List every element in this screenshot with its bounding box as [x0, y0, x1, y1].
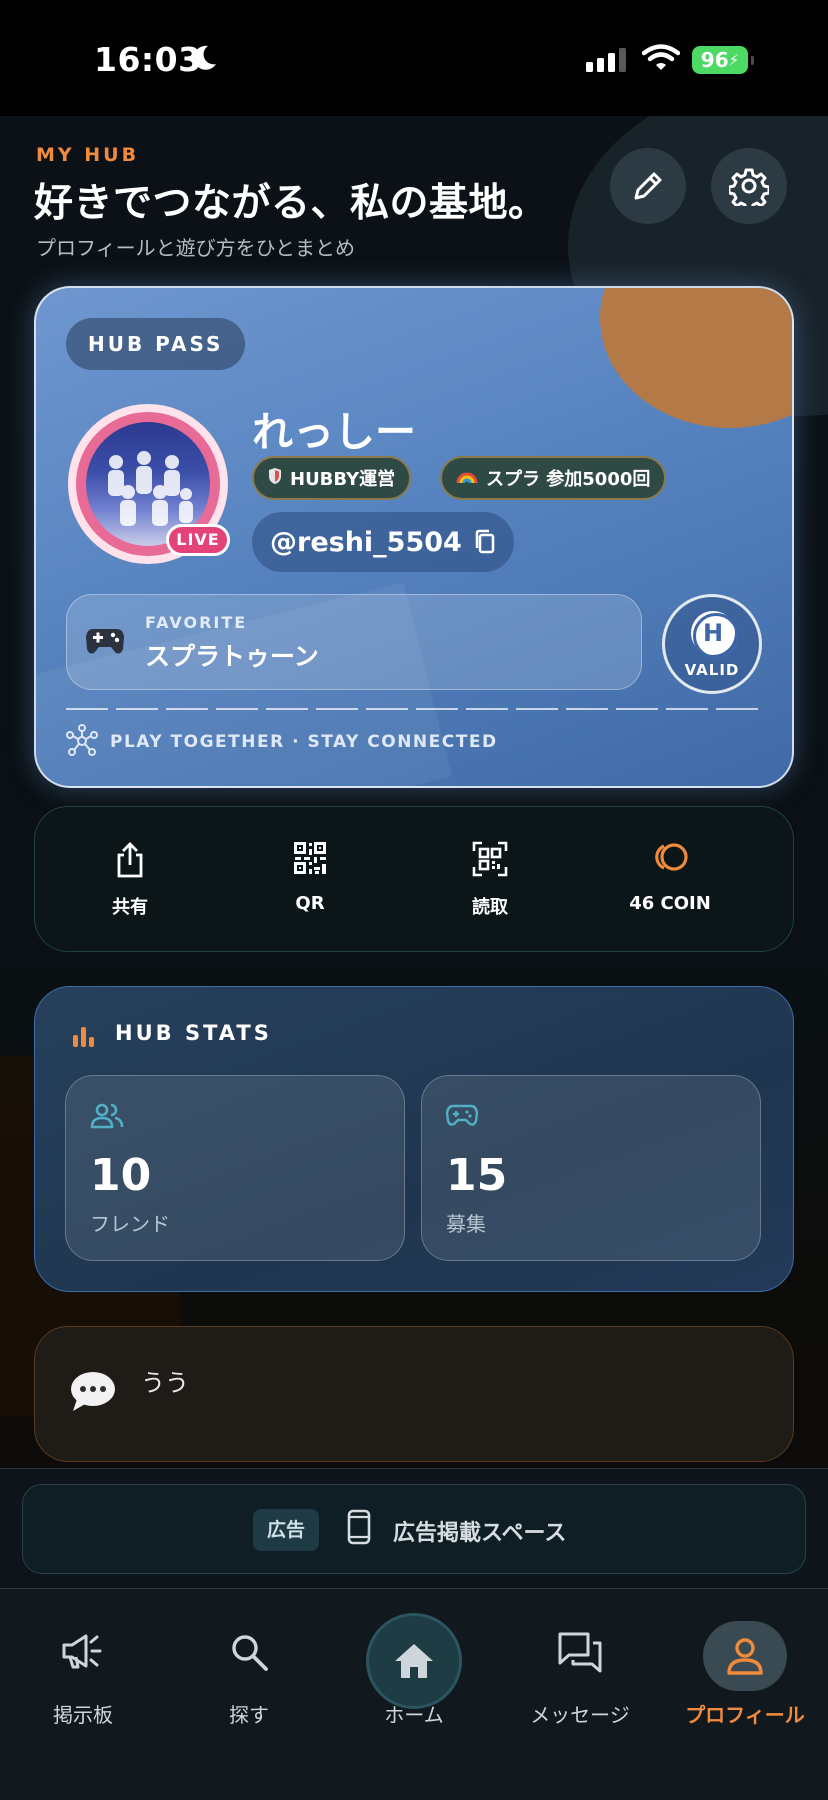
bottom-tab-bar: 掲示板 探す ホーム メッセージ プロフィール [0, 1588, 828, 1800]
home-icon [395, 1644, 433, 1678]
tab-home[interactable]: ホーム [331, 1589, 497, 1800]
megaphone-icon [62, 1634, 102, 1669]
rainbow-icon [456, 468, 478, 488]
search-icon [232, 1635, 268, 1671]
settings-button[interactable] [711, 148, 787, 224]
scan-icon [472, 841, 508, 877]
tab-board[interactable]: 掲示板 [0, 1589, 166, 1800]
live-badge: LIVE [166, 524, 230, 556]
gamepad-icon [86, 629, 124, 654]
coin-button[interactable]: 46 COIN [575, 807, 765, 953]
recruit-label: 募集 [446, 1212, 486, 1236]
ad-banner[interactable]: 広告 広告掲載スペース [22, 1484, 806, 1574]
status-message-text: うう [141, 1369, 189, 1397]
tab-label: ホーム [384, 1703, 444, 1727]
friends-count: 10 [90, 1150, 152, 1201]
battery-indicator: 96 ⚡ [692, 46, 754, 74]
qr-button[interactable]: QR [215, 807, 405, 953]
tab-label: 掲示板 [53, 1703, 113, 1727]
ad-tag: 広告 [253, 1509, 320, 1551]
badge-chip-label: スプラ 参加5000回 [486, 469, 651, 490]
coin-label: 46 COIN [629, 893, 711, 914]
page-subtitle: プロフィールと遊び方をひとまとめ [36, 236, 355, 260]
badge-chip-hubby[interactable]: HUBBY運営 [252, 456, 412, 500]
pencil-icon [634, 172, 662, 200]
network-icon [66, 724, 98, 756]
ad-text: 広告掲載スペース [393, 1521, 567, 1546]
tab-profile[interactable]: プロフィール [662, 1589, 828, 1800]
shield-icon [268, 467, 282, 489]
qr-label: QR [295, 893, 325, 914]
tagline: PLAY TOGETHER · STAY CONNECTED [110, 732, 498, 752]
tab-search[interactable]: 探す [166, 1589, 332, 1800]
wifi-icon [642, 44, 680, 70]
friends-label: フレンド [90, 1212, 170, 1236]
cellular-signal-icon [586, 48, 626, 72]
battery-level: 96 [700, 48, 729, 72]
scan-button[interactable]: 読取 [395, 807, 585, 953]
hub-pass-card[interactable]: HUB PASS LIVE れっしー HUBBY運営 スプラ 参加5000回 @… [34, 286, 794, 788]
status-message-card[interactable]: うう [34, 1326, 794, 1462]
favorite-label: FAVORITE [145, 613, 248, 632]
gear-icon [729, 168, 769, 206]
recruit-count: 15 [446, 1150, 508, 1201]
stat-friends[interactable]: 10 フレンド [65, 1075, 405, 1261]
page-title: 好きでつながる、私の基地。 [34, 181, 548, 226]
edit-button[interactable] [610, 148, 686, 224]
main-content: MY HUB 好きでつながる、私の基地。 プロフィールと遊び方をひとまとめ HU… [0, 116, 828, 1800]
chat-icon [558, 1632, 602, 1673]
scan-label: 読取 [472, 897, 508, 918]
favorite-game-card[interactable]: FAVORITE スプラトゥーン [66, 594, 642, 690]
stats-title: HUB STATS [115, 1021, 272, 1045]
status-time: 16:03 [94, 40, 202, 79]
share-label: 共有 [112, 897, 148, 918]
hub-stats-card: HUB STATS 10 フレンド 15 募集 [34, 986, 794, 1292]
user-name: れっしー [252, 408, 416, 456]
qr-code-icon [294, 842, 326, 874]
phone-icon [347, 1509, 371, 1545]
gamepad-icon [446, 1104, 478, 1126]
coin-icon [655, 843, 688, 871]
copy-icon[interactable] [474, 529, 496, 555]
user-handle[interactable]: @reshi_5504 [252, 512, 514, 572]
valid-seal: H VALID [662, 594, 762, 694]
handle-text: @reshi_5504 [270, 526, 462, 558]
tab-label: メッセージ [530, 1703, 630, 1727]
share-button[interactable]: 共有 [35, 807, 225, 953]
tab-messages[interactable]: メッセージ [497, 1589, 663, 1800]
status-bar: 16:03 96 ⚡ [0, 0, 828, 116]
profile-icon [727, 1638, 763, 1675]
moon-icon [193, 45, 216, 70]
tab-label: 探す [229, 1703, 269, 1727]
divider [66, 708, 766, 710]
hub-logo-icon: H [691, 611, 739, 659]
badge-chip-splatoon[interactable]: スプラ 参加5000回 [440, 456, 667, 500]
speech-bubble-icon [71, 1372, 115, 1411]
card-decoration [600, 288, 792, 428]
quick-actions: 共有 QR 読取 46 COIN [34, 806, 794, 952]
bar-chart-icon [73, 1027, 94, 1047]
hub-pass-badge: HUB PASS [66, 318, 246, 370]
tab-label: プロフィール [685, 1703, 805, 1727]
hub-label: MY HUB [36, 144, 140, 166]
friends-icon [90, 1103, 124, 1129]
stat-recruit[interactable]: 15 募集 [421, 1075, 761, 1261]
favorite-value: スプラトゥーン [145, 642, 319, 671]
share-icon [117, 842, 143, 878]
valid-label: VALID [684, 661, 740, 679]
badge-chip-label: HUBBY運営 [290, 469, 396, 490]
